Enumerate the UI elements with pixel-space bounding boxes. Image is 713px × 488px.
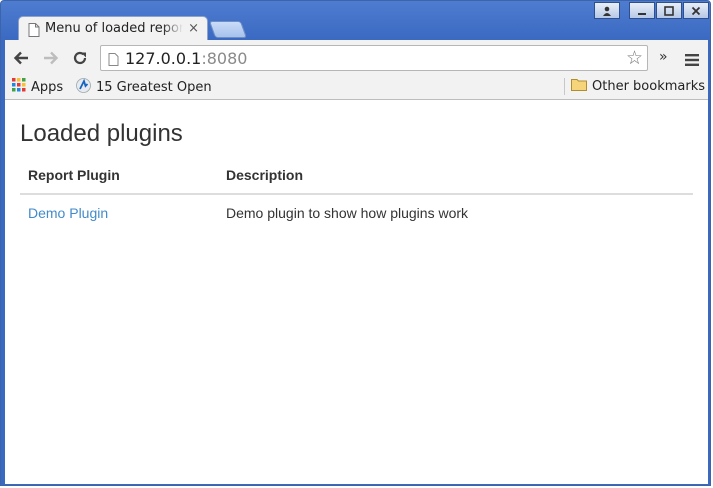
extensions-overflow-icon[interactable]: » (659, 49, 668, 65)
page-icon (28, 22, 40, 41)
plugin-link[interactable]: Demo Plugin (28, 205, 108, 221)
bookmark-apps-label: Apps (31, 79, 64, 95)
bookmark-other-label: Other bookmarks (592, 79, 706, 94)
bookmark-apps[interactable]: Apps (12, 78, 63, 96)
apps-grid-icon (12, 78, 26, 96)
minimize-icon[interactable] (629, 2, 655, 19)
tab-close-icon[interactable]: × (188, 21, 199, 37)
page-title: Loaded plugins (20, 120, 183, 147)
profile-icon[interactable] (594, 2, 620, 19)
bookmark-item[interactable]: 15 Greatest Open (76, 78, 212, 97)
description-cell: Demo plugin to show how plugins work (226, 205, 469, 221)
forward-icon[interactable] (42, 49, 60, 67)
address-bar[interactable]: 127.0.0.1:8080 ☆ (100, 45, 648, 71)
plugin-cell: Demo Plugin (20, 194, 218, 231)
close-window-icon[interactable] (683, 2, 709, 19)
menu-icon[interactable] (685, 51, 699, 70)
bookmark-other[interactable]: Other bookmarks (571, 78, 705, 95)
bookmark-item-label: 15 Greatest Open (96, 80, 212, 95)
tab-title: Menu of loaded reports (45, 21, 183, 36)
table-row: Demo Plugin Demo plugin to show how plug… (20, 194, 693, 231)
back-icon[interactable] (12, 49, 30, 67)
new-tab-button[interactable] (208, 21, 248, 38)
reload-icon[interactable] (71, 49, 89, 67)
window-controls (593, 2, 709, 19)
url-text: 127.0.0.1:8080 (125, 49, 248, 68)
column-header-plugin: Report Plugin (20, 160, 218, 195)
plugins-table: Report Plugin Description Demo Plugin De… (20, 160, 693, 231)
site-favicon-icon (76, 78, 91, 97)
column-header-description: Description (218, 160, 693, 195)
toolbar: 127.0.0.1:8080 ☆ » (5, 40, 708, 74)
bookmarks-divider (564, 78, 565, 95)
folder-icon (571, 78, 587, 95)
star-icon[interactable]: ☆ (626, 48, 643, 68)
maximize-icon[interactable] (656, 2, 682, 19)
page-icon (108, 51, 119, 70)
tab-active[interactable]: Menu of loaded reports × (18, 16, 208, 41)
table-header-row: Report Plugin Description (20, 160, 693, 195)
bookmarks-bar: Apps 15 Greatest Open Other bookmarks (5, 74, 708, 100)
page-content: Loaded plugins Report Plugin Description… (5, 100, 708, 484)
